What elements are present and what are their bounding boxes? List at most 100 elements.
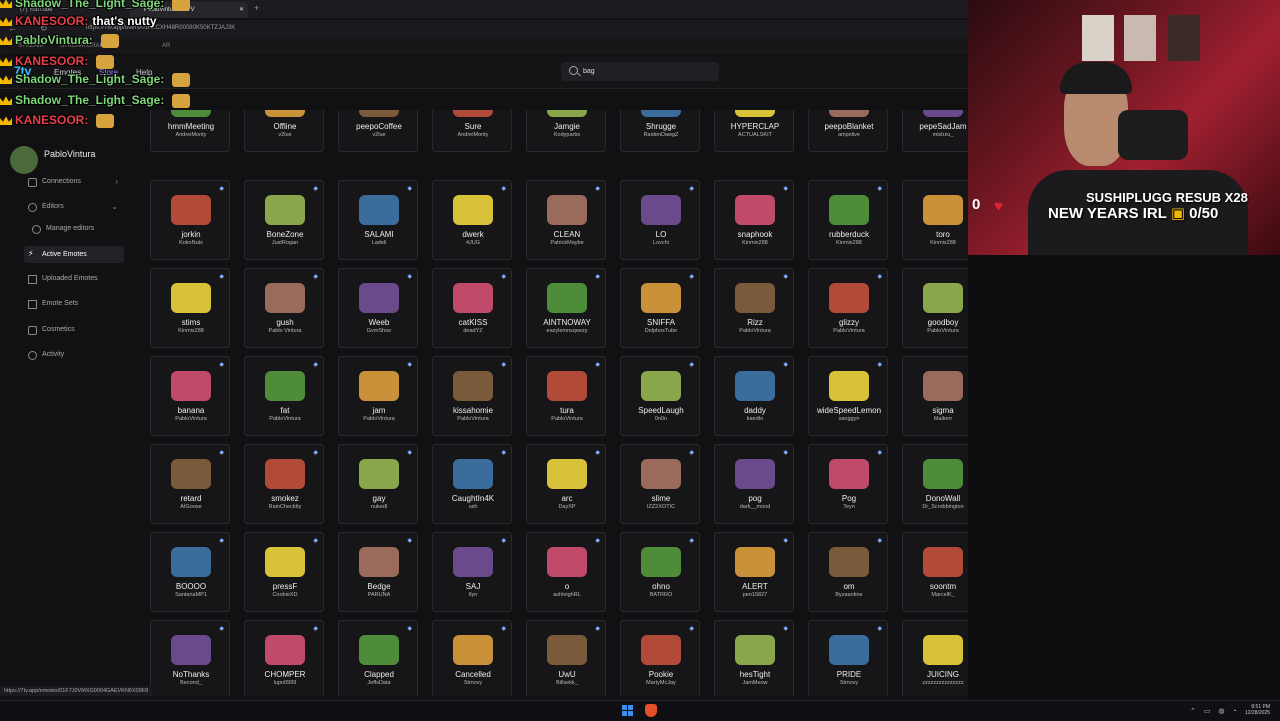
emote-card[interactable]: ◆ CLEAN PatrickMaybe	[526, 180, 606, 260]
emote-card[interactable]: ◆toroKinmix288	[902, 180, 968, 260]
emote-card[interactable]: ◆ pog dark__mood	[714, 444, 794, 524]
sidebar-item-cosmetics[interactable]: Cosmetics	[24, 321, 124, 338]
emote-image	[359, 459, 399, 489]
sidebar-item-activity[interactable]: Activity	[24, 346, 124, 363]
emote-card[interactable]: ◆ wideSpeedLemon sanggyn	[808, 356, 888, 436]
emote-card[interactable]: ◆ o ashleighRL	[526, 532, 606, 612]
emote-card[interactable]: ◆ CHOMPER lupo0999	[244, 620, 324, 696]
emote-image	[735, 110, 775, 117]
emote-card[interactable]: ◆ Clapped JeffsData	[338, 620, 418, 696]
emote-card[interactable]: ◆ SNIFFA DelphoxTube	[620, 268, 700, 348]
sidebar-item-editors[interactable]: Editors ⌄	[24, 198, 124, 215]
chat-emote-icon	[96, 54, 115, 69]
emote-card[interactable]: ◆ dwerk 4JUG	[432, 180, 512, 260]
emote-badge-icon: ◆	[595, 626, 600, 632]
emote-card[interactable]: ◆ AINTNOWAY eazylemnsqeezy	[526, 268, 606, 348]
emote-name: rubberduck	[828, 230, 870, 239]
sidebar-item-connections[interactable]: Connections ›	[24, 173, 124, 190]
emote-card[interactable]: ◆ jorkin KokoNuts	[150, 180, 230, 260]
emote-card[interactable]: ◆DonoWallDr_Scrobbington	[902, 444, 968, 524]
sidebar-item-uploaded-emotes[interactable]: Uploaded Emotes	[24, 270, 124, 287]
emote-card[interactable]: ◆peepoBlanketampolive	[808, 110, 888, 152]
emote-card[interactable]: ◆ LO Lovchi	[620, 180, 700, 260]
emote-card[interactable]: ◆ fat PabloVintura	[244, 356, 324, 436]
emote-author: Maikerr	[933, 416, 953, 422]
emote-card[interactable]: ◆ Cancelled Stmovy	[432, 620, 512, 696]
emote-card[interactable]: ◆sigmaMaikerr	[902, 356, 968, 436]
emote-card[interactable]: ◆ SpeedLaugh 0n0n	[620, 356, 700, 436]
emote-card[interactable]: ◆SureAndreiMonty	[432, 110, 512, 152]
emote-card[interactable]: ◆ Pog Teyn	[808, 444, 888, 524]
system-tray[interactable]: ⌃ ▭ ◍ ◔	[1190, 707, 1240, 715]
search-input[interactable]	[583, 65, 703, 78]
emote-card[interactable]: ◆ rubberduck Kinmix288	[808, 180, 888, 260]
emote-card[interactable]: ◆ slime IZZ2XOTIC	[620, 444, 700, 524]
chat-message: KANESOOR:	[0, 113, 115, 128]
emote-card[interactable]: ◆ SALAMI Ladeli	[338, 180, 418, 260]
emote-card[interactable]: ◆ hesTight JamMeow	[714, 620, 794, 696]
emote-image	[359, 195, 399, 225]
emote-card[interactable]: ◆ PRIDE Stmovy	[808, 620, 888, 696]
emote-card[interactable]: ◆ ALERT pen15827	[714, 532, 794, 612]
taskbar-clock[interactable]: 8:51 PM 12/28/2025	[1236, 704, 1270, 716]
emote-card[interactable]: ◆ catKISS deadYZ	[432, 268, 512, 348]
emote-card[interactable]: ◆ tura PabloVintura	[526, 356, 606, 436]
emote-card[interactable]: ◆JUICINGzzzzzzzzzzzzzzz	[902, 620, 968, 696]
emote-card[interactable]: ◆ UwU Billsekk_	[526, 620, 606, 696]
emote-card[interactable]: ◆ gay nukedl	[338, 444, 418, 524]
emote-card[interactable]: ◆ BOOOO SantanaMP1	[150, 532, 230, 612]
emote-card[interactable]: ◆ snaphook Kinmix288	[714, 180, 794, 260]
emote-badge-icon: ◆	[407, 538, 412, 544]
emote-card[interactable]: ◆ smokez RainChecktty	[244, 444, 324, 524]
emote-author: deadYZ	[463, 328, 483, 334]
emote-card[interactable]: ◆ SAJ Ilyn	[432, 532, 512, 612]
emote-card[interactable]: ◆ arc DayXP	[526, 444, 606, 524]
emote-card[interactable]: ◆goodboyPabloVintura	[902, 268, 968, 348]
emote-author: v2lue	[372, 132, 386, 138]
emote-name: LO	[655, 230, 667, 239]
emote-card[interactable]: ◆ ohno BATRRO	[620, 532, 700, 612]
sidebar-item-emote-sets[interactable]: Emote Sets	[24, 295, 124, 312]
emote-card[interactable]: ◆ NoThanks Becond_	[150, 620, 230, 696]
emote-card[interactable]: ◆ Bedge PARUNA	[338, 532, 418, 612]
emote-badge-icon: ◆	[501, 362, 506, 368]
emote-card[interactable]: ◆ glizzy PabloVintura	[808, 268, 888, 348]
sidebar-item-manage-editors[interactable]: Manage editors	[28, 220, 128, 237]
sidebar-item-active-emotes[interactable]: ⚡ Active Emotes	[24, 246, 124, 263]
emote-card[interactable]: ◆ retard AtGoose	[150, 444, 230, 524]
emote-card[interactable]: ◆pepeSadJammistrzu_	[902, 110, 968, 152]
emote-card[interactable]: ◆ Pookie MartyMcJay	[620, 620, 700, 696]
search-box[interactable]	[561, 62, 719, 81]
emote-card[interactable]: ◆HYPERCLAPACTUALSKIT	[714, 110, 794, 152]
emote-author: MartyMcJay	[646, 680, 676, 686]
emote-card[interactable]: ◆soontmMarcelK_	[902, 532, 968, 612]
emote-card[interactable]: ◆ daddy kaedtn	[714, 356, 794, 436]
emote-card[interactable]: ◆peepoCoffeev2lue	[338, 110, 418, 152]
emote-card[interactable]: ◆ CaughtIn4K ush	[432, 444, 512, 524]
emote-card[interactable]: ◆ stims Kinmix288	[150, 268, 230, 348]
emote-name: gush	[276, 318, 294, 327]
emote-card[interactable]: ◆ pressF CoobieXD	[244, 532, 324, 612]
emote-card[interactable]: ◆ gush Pablo Vintura	[244, 268, 324, 348]
brave-browser-icon[interactable]	[645, 704, 657, 717]
emote-author: PabloVintura	[739, 328, 771, 334]
emote-name: Clapped	[364, 670, 394, 679]
emote-card[interactable]: ◆ banana PabloVintura	[150, 356, 230, 436]
emote-author: Ilyn	[468, 592, 478, 598]
emote-badge-icon: ◆	[783, 450, 788, 456]
emote-name: sigma	[932, 406, 954, 415]
emote-card[interactable]: ◆ om Byzaantine	[808, 532, 888, 612]
emote-card[interactable]: ◆ jam PabloVintura	[338, 356, 418, 436]
emote-card[interactable]: ◆ Rizz PabloVintura	[714, 268, 794, 348]
emote-card[interactable]: ◆JamgieKodyparbs	[526, 110, 606, 152]
emote-card[interactable]: ◆ShruggeRaidenDawgZ	[620, 110, 700, 152]
emote-card[interactable]: ◆ Weeb GvmShoe	[338, 268, 418, 348]
emote-card[interactable]: ◆ BoneZone JustRogan	[244, 180, 324, 260]
emote-image	[923, 459, 963, 489]
crown-badge-icon	[0, 36, 12, 46]
emote-image	[735, 635, 775, 665]
clock-date: 12/28/2025	[1244, 710, 1270, 716]
emote-name: Sure	[464, 122, 482, 131]
windows-start-icon[interactable]	[622, 705, 634, 717]
emote-card[interactable]: ◆ kissahomie PabloVintura	[432, 356, 512, 436]
